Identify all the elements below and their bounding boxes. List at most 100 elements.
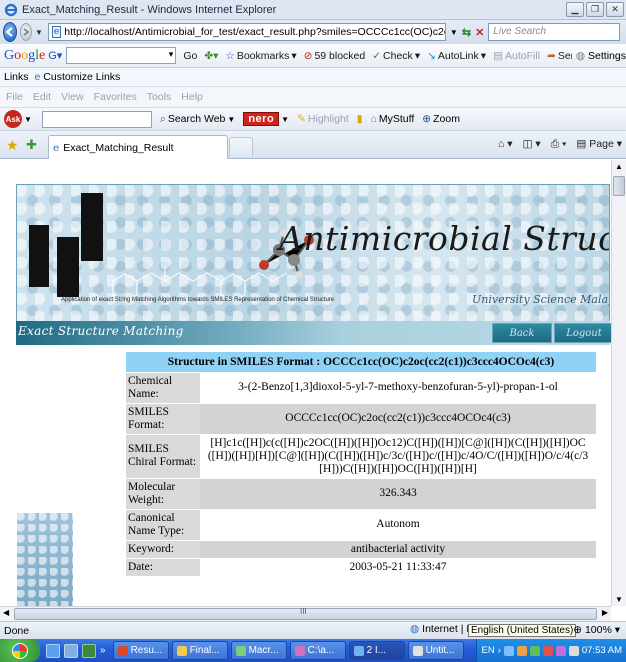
popup-blocker-button[interactable]: ⊘ 59 blocked [304, 50, 366, 62]
google-g-icon[interactable]: G▾ [48, 49, 62, 62]
quicklaunch-ie-icon[interactable] [46, 643, 60, 658]
row-label: Date: [126, 557, 200, 576]
autofill-button[interactable]: ▤ AutoFill [493, 50, 540, 62]
nero-button[interactable]: nero ▼ [243, 112, 289, 126]
favorites-star-icon[interactable]: ★ [6, 137, 19, 154]
forward-arrow-icon [23, 28, 30, 36]
app-icon [294, 645, 305, 656]
vertical-scroll-thumb[interactable] [613, 176, 625, 196]
ask-toolbar: Ask ▼ ⌕ Search Web ▼ nero ▼ ✎ Highlight ▮ ⌂ M… [0, 107, 626, 131]
language-tooltip: English (United States) [468, 624, 577, 637]
feeds-icon[interactable]: ◫ ▾ [523, 138, 541, 151]
row-label: SMILES Chiral Format: [126, 433, 200, 478]
autolink-button[interactable]: ↘ AutoLink ▾ [427, 50, 486, 62]
start-button[interactable] [0, 639, 40, 662]
close-button[interactable]: ✕ [606, 2, 624, 17]
back-button[interactable] [3, 22, 17, 42]
scroll-up-icon[interactable]: ▲ [615, 162, 623, 171]
taskbar-item[interactable]: Resu... [112, 641, 169, 660]
tray-icon[interactable] [529, 645, 540, 656]
quicklaunch-media-icon[interactable] [82, 643, 96, 658]
taskbar-item[interactable]: Final... [171, 641, 228, 660]
menu-tools[interactable]: Tools [147, 91, 172, 103]
puzzle-icon[interactable]: ✤▾ [204, 50, 218, 62]
ask-icon[interactable]: Ask [4, 110, 22, 128]
address-dropdown-icon[interactable]: ▼ [450, 28, 458, 37]
print-icon[interactable]: ⎙ ▾ [551, 138, 567, 151]
google-settings-button[interactable]: ◍ Settings [571, 49, 626, 62]
scroll-right-icon[interactable]: ▶ [602, 608, 608, 617]
language-indicator[interactable]: EN [481, 645, 494, 656]
minimize-button[interactable]: ▁ [566, 2, 584, 17]
home-icon[interactable]: ⌂ ▾ [498, 138, 513, 151]
status-text: Done [4, 624, 30, 637]
settings-icon: ◍ [575, 49, 586, 62]
row-value: [H]c1c([H])c(c([H])c2OC([H])([H])Oc12)C(… [200, 433, 596, 478]
taskbar-item[interactable]: Macr... [230, 641, 287, 660]
taskbar-item[interactable]: 2 I... [348, 641, 405, 660]
quicklaunch-desktop-icon[interactable] [64, 643, 78, 658]
row-value: 326.343 [200, 477, 596, 509]
blocker-icon: ⊘ [303, 49, 313, 62]
menu-edit[interactable]: Edit [33, 91, 51, 103]
quicklaunch-chevron-icon[interactable]: » [100, 645, 106, 656]
scroll-grip-icon: III [300, 607, 307, 616]
menu-help[interactable]: Help [181, 91, 203, 103]
ask-dropdown-icon[interactable]: ▼ [24, 115, 32, 124]
table-row: SMILES Chiral Format: [H]c1c([H])c(c([H]… [126, 433, 596, 478]
add-favorites-icon[interactable]: ✚ [26, 137, 37, 153]
tray-chevron-icon[interactable]: › [498, 645, 501, 656]
page-icon: e [53, 141, 60, 154]
new-tab-button[interactable] [229, 137, 253, 157]
zoom-button[interactable]: ⊕ Zoom [422, 113, 460, 125]
horizontal-scrollbar[interactable]: ◀ III ▶ [0, 606, 611, 621]
tab-exact-matching-result[interactable]: e Exact_Matching_Result [48, 135, 228, 159]
page-menu-button[interactable]: ▤ Page ▾ [576, 138, 622, 151]
refresh-icon[interactable]: ⇆ [462, 26, 471, 39]
tray-icon[interactable] [542, 645, 553, 656]
taskbar-item[interactable]: Untit... [407, 641, 464, 660]
google-logo[interactable]: Google [4, 48, 45, 64]
google-search-input[interactable] [66, 47, 177, 64]
banner-subtitle: Application of exact String Matching Alg… [61, 297, 335, 303]
back-link[interactable]: Back [492, 323, 552, 343]
address-url: http://localhost/Antimicrobial_for_test/… [64, 26, 445, 38]
tray-icon[interactable] [555, 645, 566, 656]
links-label: Links [4, 71, 29, 83]
spellcheck-button[interactable]: ✓ Check ▾ [372, 50, 420, 62]
customize-links[interactable]: e Customize Links [35, 71, 121, 83]
search-web-button[interactable]: ⌕ Search Web ▼ [160, 113, 235, 126]
vertical-scrollbar[interactable]: ▲ ▼ [611, 160, 626, 606]
links-bar: Links e Customize Links [0, 68, 626, 87]
table-row: Molecular Weight: 326.343 [126, 477, 596, 509]
table-row: Canonical Name Type: Autonom [126, 508, 596, 540]
logout-link[interactable]: Logout [554, 323, 611, 343]
volume-icon[interactable] [568, 645, 579, 656]
scroll-down-icon[interactable]: ▼ [615, 595, 623, 604]
menu-bar: File Edit View Favorites Tools Help [0, 87, 626, 107]
zoom-level[interactable]: ⊕ 100% ▾ [573, 624, 620, 636]
section-title: Exact Structure Matching [18, 324, 184, 338]
row-value: Autonom [200, 508, 596, 540]
ask-search-input[interactable] [41, 110, 152, 128]
menu-view[interactable]: View [61, 91, 84, 103]
restore-button[interactable]: ❐ [586, 2, 604, 17]
history-dropdown-icon[interactable]: ▼ [35, 28, 43, 37]
word-icon [117, 645, 128, 656]
taskbar-item[interactable]: C:\a... [289, 641, 346, 660]
tray-icon[interactable] [503, 645, 514, 656]
bookmarks-button[interactable]: ☆ Bookmarks ▾ [225, 50, 296, 62]
quick-launch [46, 643, 96, 658]
mystuff-button[interactable]: ⌂ MyStuff [371, 113, 415, 125]
address-field[interactable]: e http://localhost/Antimicrobial_for_tes… [47, 23, 446, 41]
notes-icon[interactable]: ▮ [357, 113, 363, 125]
stop-icon[interactable]: ✕ [475, 26, 484, 39]
live-search-input[interactable]: Live Search [488, 23, 621, 41]
scroll-left-icon[interactable]: ◀ [3, 608, 9, 617]
highlight-button[interactable]: ✎ Highlight [297, 113, 349, 125]
menu-favorites[interactable]: Favorites [94, 91, 137, 103]
menu-file[interactable]: File [6, 91, 23, 103]
google-go-button[interactable]: Go [183, 50, 197, 62]
forward-button[interactable] [20, 23, 32, 41]
tray-icon[interactable] [516, 645, 527, 656]
